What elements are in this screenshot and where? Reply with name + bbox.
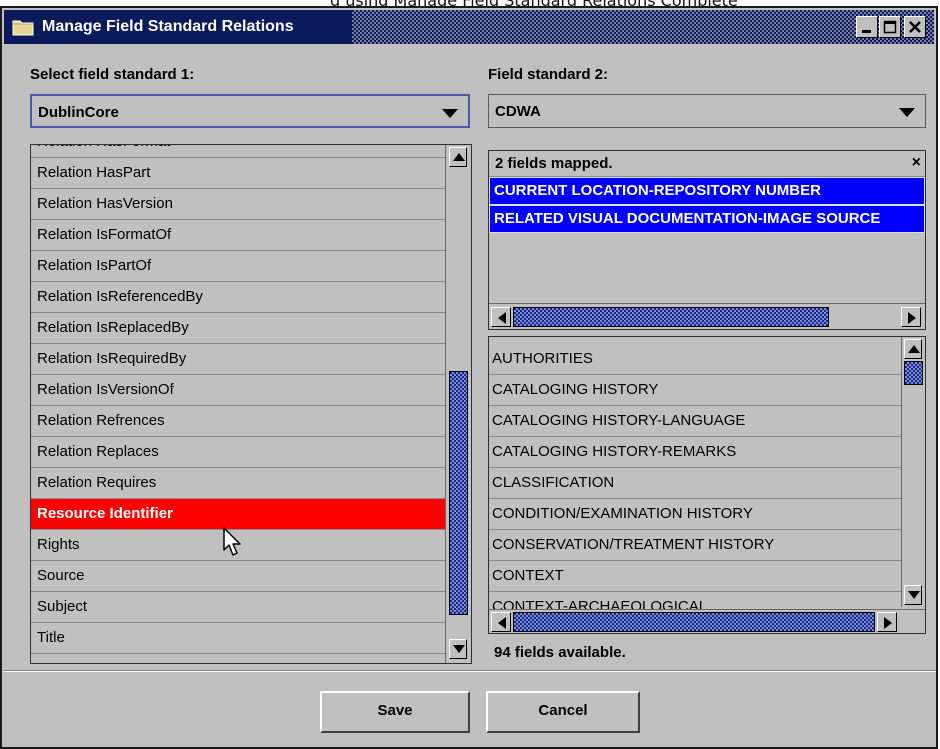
close-button[interactable] bbox=[904, 16, 926, 38]
arrow-down-icon bbox=[908, 591, 920, 599]
scroll-right-button[interactable] bbox=[877, 612, 897, 632]
list-item[interactable]: CLASSIFICATION bbox=[489, 468, 901, 499]
list-item[interactable]: Relation IsRequiredBy bbox=[31, 344, 445, 375]
list-item[interactable]: CATALOGING HISTORY-REMARKS bbox=[489, 437, 901, 468]
field-standard-2-select[interactable]: CDWA bbox=[488, 94, 926, 128]
arrow-left-icon bbox=[498, 617, 506, 629]
list-item[interactable]: Relation IsFormatOf bbox=[31, 220, 445, 251]
scroll-right-button[interactable] bbox=[901, 307, 921, 327]
arrow-right-icon bbox=[884, 617, 892, 629]
title-bar[interactable]: Manage Field Standard Relations bbox=[4, 10, 934, 44]
maximize-button[interactable] bbox=[879, 16, 901, 38]
list-item[interactable]: CONDITION/EXAMINATION HISTORY bbox=[489, 499, 901, 530]
list-item[interactable]: CATALOGING HISTORY-LANGUAGE bbox=[489, 406, 901, 437]
scroll-left-button[interactable] bbox=[491, 307, 511, 327]
minimize-button[interactable] bbox=[856, 16, 878, 38]
scroll-up-button[interactable] bbox=[449, 147, 467, 167]
arrow-up-icon bbox=[908, 345, 920, 353]
divider bbox=[4, 670, 936, 672]
arrow-up-icon bbox=[453, 153, 465, 161]
scroll-up-button[interactable] bbox=[904, 339, 922, 359]
scroll-thumb[interactable] bbox=[513, 307, 829, 327]
mapped-fields-panel: 2 fields mapped. × CURRENT LOCATION-REPO… bbox=[488, 150, 926, 330]
mouse-pointer-icon bbox=[223, 527, 241, 556]
maximize-icon bbox=[883, 20, 897, 34]
mapped-count: 2 fields mapped. bbox=[495, 155, 613, 172]
window-title: Manage Field Standard Relations bbox=[42, 18, 294, 35]
left-vertical-scrollbar[interactable] bbox=[445, 145, 471, 663]
arrow-down-icon bbox=[453, 645, 465, 653]
field-standard-2-value: CDWA bbox=[495, 103, 541, 120]
list-item[interactable]: Relation HasPart bbox=[31, 158, 445, 189]
mapped-item[interactable]: CURRENT LOCATION-REPOSITORY NUMBER bbox=[489, 177, 925, 205]
list-item[interactable]: CATALOGING HISTORY bbox=[489, 375, 901, 406]
scroll-thumb[interactable] bbox=[513, 612, 875, 632]
available-horizontal-scrollbar[interactable] bbox=[489, 609, 925, 633]
close-icon[interactable]: × bbox=[912, 151, 921, 175]
list-item[interactable]: Relation Requires bbox=[31, 468, 445, 499]
list-item[interactable]: CONTEXT bbox=[489, 561, 901, 592]
list-item[interactable]: Relation IsReplacedBy bbox=[31, 313, 445, 344]
list-item[interactable]: Relation IsVersionOf bbox=[31, 375, 445, 406]
available-count: 94 fields available. bbox=[494, 644, 626, 661]
field-standard-2-label: Field standard 2: bbox=[488, 66, 609, 83]
field-standard-1-value: DublinCore bbox=[38, 104, 119, 121]
list-item[interactable]: Source bbox=[31, 561, 445, 592]
field-standard-1-select[interactable]: DublinCore bbox=[30, 94, 470, 128]
mapped-item[interactable]: RELATED VISUAL DOCUMENTATION-IMAGE SOURC… bbox=[489, 205, 925, 233]
scroll-down-button[interactable] bbox=[449, 639, 467, 659]
chevron-down-icon bbox=[899, 108, 915, 117]
field-standard-1-list[interactable]: Relation HasFormat Relation HasPartRelat… bbox=[30, 144, 472, 664]
list-item[interactable]: AUTHORITIES bbox=[489, 344, 901, 375]
field-standard-1-label: Select field standard 1: bbox=[30, 66, 195, 83]
arrow-right-icon bbox=[908, 312, 916, 324]
mapped-horizontal-scrollbar[interactable] bbox=[489, 303, 925, 329]
scroll-thumb[interactable] bbox=[449, 371, 468, 615]
scroll-down-button[interactable] bbox=[904, 585, 922, 605]
list-item[interactable]: Title bbox=[31, 623, 445, 654]
list-item[interactable]: Relation HasFormat bbox=[31, 145, 445, 158]
list-item[interactable]: Subject bbox=[31, 592, 445, 623]
mapped-fields-header: 2 fields mapped. × bbox=[489, 151, 925, 177]
chevron-down-icon bbox=[442, 109, 458, 118]
close-icon bbox=[909, 21, 921, 33]
list-item[interactable]: Relation HasVersion bbox=[31, 189, 445, 220]
list-item[interactable]: Relation IsReferencedBy bbox=[31, 282, 445, 313]
minimize-icon bbox=[862, 30, 871, 33]
list-item[interactable]: Relation Replaces bbox=[31, 437, 445, 468]
dialog-window: Manage Field Standard Relations Select f… bbox=[0, 6, 938, 749]
scroll-left-button[interactable] bbox=[491, 612, 511, 632]
available-fields-list[interactable]: AUTHORITIES CATALOGING HISTORY CATALOGING … bbox=[488, 336, 926, 634]
list-item[interactable]: Relation Refrences bbox=[31, 406, 445, 437]
list-item[interactable]: Relation IsPartOf bbox=[31, 251, 445, 282]
save-button[interactable]: Save bbox=[320, 691, 470, 733]
folder-icon bbox=[12, 20, 34, 36]
scroll-thumb[interactable] bbox=[904, 361, 923, 385]
right-vertical-scrollbar[interactable] bbox=[901, 337, 925, 607]
cancel-button[interactable]: Cancel bbox=[486, 691, 640, 733]
arrow-left-icon bbox=[498, 312, 506, 324]
list-item[interactable]: CONSERVATION/TREATMENT HISTORY bbox=[489, 530, 901, 561]
